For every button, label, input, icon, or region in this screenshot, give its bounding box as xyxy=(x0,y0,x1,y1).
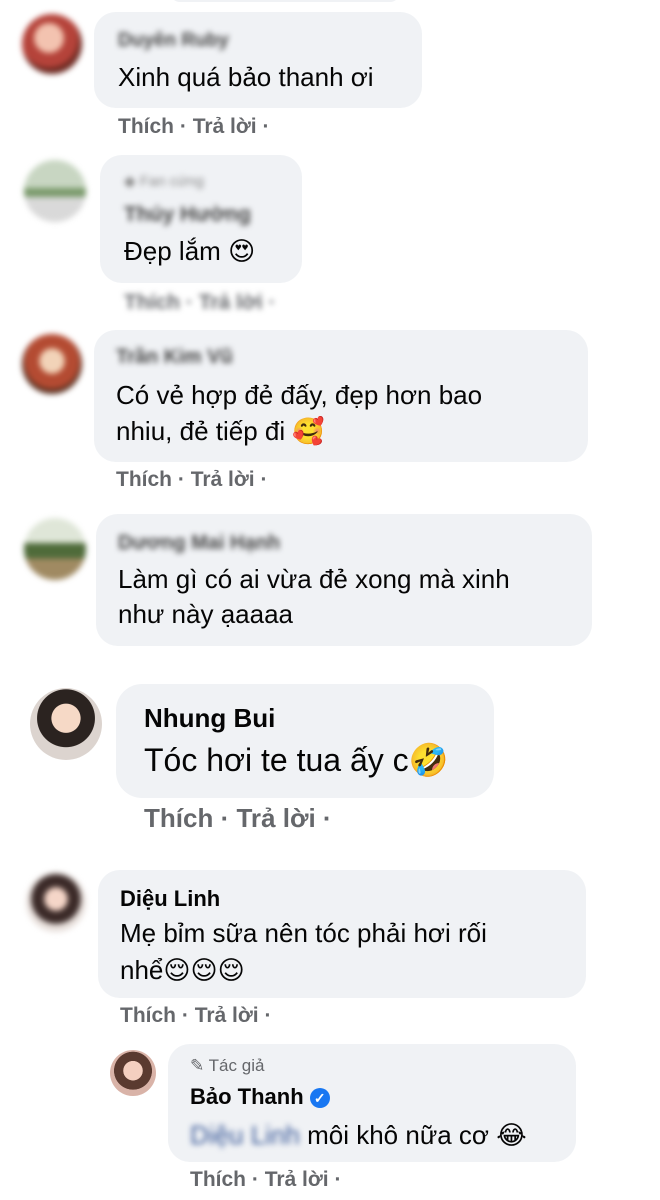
comment-author[interactable]: Bảo Thanh ✓ xyxy=(190,1084,330,1110)
avatar[interactable] xyxy=(24,518,86,580)
separator-dot: · xyxy=(264,1004,272,1027)
comment-actions: Thích · Trả lời · xyxy=(190,1168,342,1192)
avatar[interactable] xyxy=(30,688,102,760)
separator-dot: · xyxy=(322,803,332,833)
comment-text: Tóc hơi te tua ấy c🤣 xyxy=(144,741,449,779)
separator-dot: · xyxy=(185,291,193,314)
reply-button[interactable]: Trả lời xyxy=(195,1004,259,1028)
comment-author[interactable]: Nhung Bui xyxy=(144,703,275,734)
separator-dot: · xyxy=(181,1004,189,1027)
reply-button[interactable]: Trả lời xyxy=(236,803,315,834)
comment-actions: Thích · Trả lời · xyxy=(124,291,276,315)
comment-text: như này ạaaaa xyxy=(118,599,293,629)
heart-eyes-emoji: 😍 xyxy=(228,237,256,267)
reply-button[interactable]: Trả lời xyxy=(193,115,257,139)
comment-text: Làm gì có ai vừa đẻ xong mà xinh xyxy=(118,564,510,594)
comment-text: Diệu Linh môi khô nữa cơ 😂 xyxy=(190,1120,527,1151)
like-button[interactable]: Thích xyxy=(124,291,180,315)
comment-author[interactable]: Dương Mai Hạnh xyxy=(118,532,280,555)
separator-dot: · xyxy=(334,1168,342,1191)
relieved-face-emoji: 😌😌😌 xyxy=(163,956,245,986)
verified-icon: ✓ xyxy=(309,1088,330,1109)
comment-actions: Thích · Trả lời · xyxy=(118,115,270,139)
separator-dot: · xyxy=(220,803,230,833)
pencil-icon: ✎ xyxy=(190,1056,205,1075)
comment-text: nhiu, đẻ tiếp đi 🥰 xyxy=(116,416,325,447)
comment-text: nhể😌😌😌 xyxy=(120,955,245,986)
separator-dot: · xyxy=(260,468,268,491)
comment-actions: Thích · Trả lời · xyxy=(120,1004,272,1028)
comment-text: Có vẻ hợp đẻ đấy, đẹp hơn bao xyxy=(116,380,483,410)
reply-button[interactable]: Trả lời xyxy=(265,1168,329,1192)
separator-dot: · xyxy=(177,468,185,491)
author-badge: ✎ Tác giả xyxy=(190,1056,265,1075)
like-button[interactable]: Thích xyxy=(144,803,213,834)
separator-dot: · xyxy=(251,1168,259,1191)
avatar[interactable] xyxy=(110,1050,156,1096)
like-button[interactable]: Thích xyxy=(190,1168,246,1192)
mention-link[interactable]: Diệu Linh xyxy=(190,1120,300,1151)
avatar[interactable] xyxy=(26,872,86,932)
like-button[interactable]: Thích xyxy=(118,115,174,139)
comment-author[interactable]: Diệu Linh xyxy=(120,886,220,912)
separator-dot: · xyxy=(268,291,276,314)
comment-text: Xinh quá bảo thanh ơi xyxy=(118,62,374,92)
tears-of-joy-emoji: 😂 xyxy=(496,1121,527,1151)
comment-text: Đẹp lắm 😍 xyxy=(124,236,256,267)
like-button[interactable]: Thích xyxy=(120,1004,176,1028)
previous-comment-bubble-edge xyxy=(170,0,400,2)
like-button[interactable]: Thích xyxy=(116,468,172,492)
comment-author[interactable]: Thúy Hường xyxy=(124,203,251,227)
smiling-hearts-emoji: 🥰 xyxy=(292,417,325,447)
avatar[interactable] xyxy=(22,14,82,74)
reply-button[interactable]: Trả lời xyxy=(199,291,263,315)
comment-author[interactable]: Duyên Ruby xyxy=(118,30,229,52)
comment-author[interactable]: Trần Kim Vũ xyxy=(116,346,233,369)
fan-badge: ◆ Fan cứng xyxy=(124,173,204,190)
avatar[interactable] xyxy=(24,160,86,222)
comment-text: Mẹ bỉm sữa nên tóc phải hơi rối xyxy=(120,918,487,948)
separator-dot: · xyxy=(262,115,270,138)
diamond-icon: ◆ xyxy=(124,173,136,190)
rolling-laughing-emoji: 🤣 xyxy=(408,741,449,779)
comment-actions: Thích · Trả lời · xyxy=(116,468,268,492)
separator-dot: · xyxy=(179,115,187,138)
reply-button[interactable]: Trả lời xyxy=(191,468,255,492)
avatar[interactable] xyxy=(22,334,82,394)
comment-bubble xyxy=(94,12,422,108)
comment-actions: Thích · Trả lời · xyxy=(144,803,332,834)
